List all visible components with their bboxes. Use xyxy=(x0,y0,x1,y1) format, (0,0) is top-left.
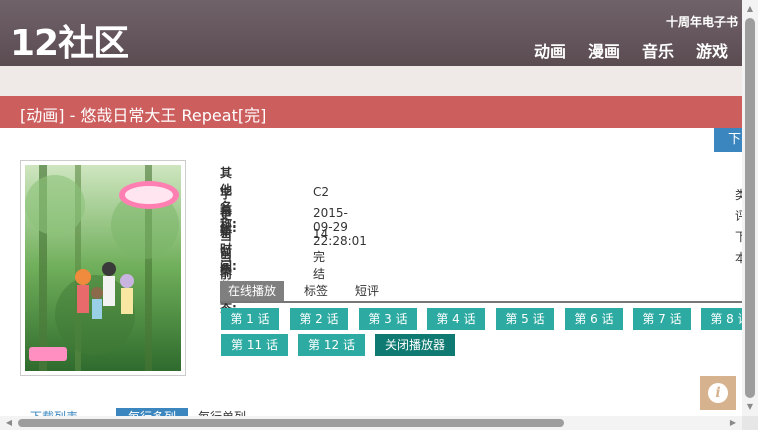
scroll-down-icon[interactable]: ▼ xyxy=(742,400,758,414)
tab-short-reviews[interactable]: 短评 xyxy=(355,281,379,301)
episode-button-1[interactable]: 第 1 话 xyxy=(221,308,279,330)
scroll-right-icon[interactable]: ▶ xyxy=(726,416,740,430)
value-episode-count: 14 xyxy=(313,227,329,241)
nav-games[interactable]: 游戏 xyxy=(696,38,728,62)
close-player-button[interactable]: 关闭播放器 xyxy=(375,334,455,356)
tab-tags[interactable]: 标签 xyxy=(304,281,328,301)
page-title: [动画] - 悠哉日常大王 Repeat[完] xyxy=(20,106,267,125)
horizontal-scroll-thumb[interactable] xyxy=(18,419,564,427)
site-header: 12社区 十周年电子书 动画 漫画 音乐 游戏 xyxy=(0,0,742,66)
episode-button-5[interactable]: 第 5 话 xyxy=(496,308,554,330)
site-logo[interactable]: 12社区 xyxy=(10,14,129,66)
download-button[interactable]: 下 xyxy=(714,128,742,152)
main-nav: 动画 漫画 音乐 游戏 xyxy=(534,38,728,62)
value-subgroup: C2 xyxy=(313,185,330,199)
scrollbar-corner xyxy=(742,416,758,430)
value-status: 完结 xyxy=(313,250,326,281)
cover-image xyxy=(20,160,186,376)
nav-music[interactable]: 音乐 xyxy=(642,38,674,62)
nav-anime[interactable]: 动画 xyxy=(534,38,566,62)
episode-button-7[interactable]: 第 7 话 xyxy=(633,308,691,330)
ebook-link[interactable]: 十周年电子书 xyxy=(666,13,738,30)
title-bar: [动画] - 悠哉日常大王 Repeat[完] xyxy=(0,96,742,128)
header-spacer xyxy=(0,66,742,96)
scroll-up-icon[interactable]: ▲ xyxy=(742,2,758,16)
episode-button-4[interactable]: 第 4 话 xyxy=(427,308,485,330)
episode-button-6[interactable]: 第 6 话 xyxy=(565,308,623,330)
vertical-scrollbar[interactable]: ▲ ▼ xyxy=(742,0,758,416)
vertical-scroll-thumb[interactable] xyxy=(745,18,755,398)
episode-button-3[interactable]: 第 3 话 xyxy=(359,308,417,330)
scroll-left-icon[interactable]: ◀ xyxy=(2,416,16,430)
content-tabs: 在线播放 标签 短评 xyxy=(220,281,742,303)
info-button[interactable]: i xyxy=(700,376,736,410)
horizontal-scrollbar[interactable]: ◀ ▶ xyxy=(0,416,742,430)
episode-button-2[interactable]: 第 2 话 xyxy=(290,308,348,330)
episode-button-11[interactable]: 第 11 话 xyxy=(221,334,288,356)
tab-online-play[interactable]: 在线播放 xyxy=(220,281,285,301)
episode-button-12[interactable]: 第 12 话 xyxy=(298,334,365,356)
nav-manga[interactable]: 漫画 xyxy=(588,38,620,62)
cover-artwork xyxy=(25,165,181,371)
info-icon: i xyxy=(708,383,728,403)
